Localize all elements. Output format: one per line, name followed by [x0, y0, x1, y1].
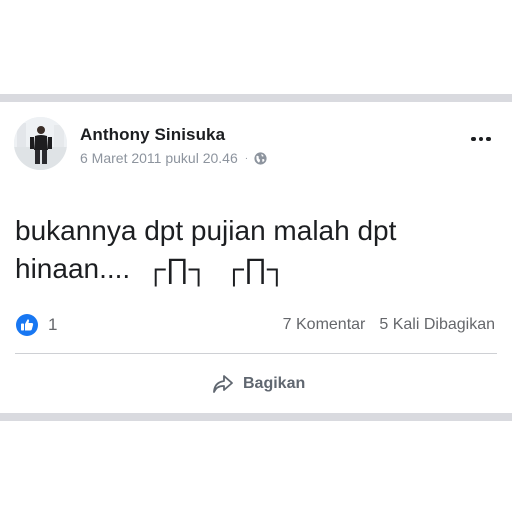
- avatar[interactable]: [14, 117, 67, 170]
- more-dot: [486, 136, 491, 142]
- share-button-label: Bagikan: [243, 375, 306, 392]
- post-timestamp[interactable]: 6 Maret 2011 pukul 20.46: [80, 150, 238, 166]
- reactions-summary[interactable]: 1: [16, 314, 57, 336]
- globe-icon: [254, 151, 267, 165]
- post-text-line-1: bukannya dpt pujian malah dpt: [15, 215, 397, 246]
- top-separator-band: [0, 94, 512, 102]
- like-count: 1: [48, 315, 58, 334]
- engagement-stats: 7 Komentar 5 Kali Dibagikan: [283, 316, 495, 334]
- post-body: bukannya dpt pujian malah dpt hinaan....…: [15, 212, 495, 288]
- share-arrow-icon: [213, 375, 233, 393]
- like-reaction-icon: [16, 314, 38, 336]
- post-card: Anthony Sinisuka 6 Maret 2011 pukul 20.4…: [0, 102, 512, 413]
- share-button[interactable]: Bagikan: [205, 370, 311, 398]
- bottom-separator-band: [0, 413, 512, 421]
- comments-count-link[interactable]: 7 Komentar: [283, 316, 366, 334]
- more-options-icon[interactable]: [466, 129, 496, 149]
- more-dot: [478, 136, 484, 142]
- post-text-line-2: hinaan.... ┌∏┐ ┌∏┐: [15, 253, 287, 284]
- actions-divider: [15, 353, 497, 354]
- post-meta: 6 Maret 2011 pukul 20.46 ·: [80, 150, 267, 166]
- meta-separator: ·: [244, 152, 249, 164]
- author-name[interactable]: Anthony Sinisuka: [80, 125, 225, 145]
- shares-count-link[interactable]: 5 Kali Dibagikan: [379, 316, 495, 334]
- avatar-photo: [14, 117, 67, 170]
- more-dot: [471, 136, 476, 142]
